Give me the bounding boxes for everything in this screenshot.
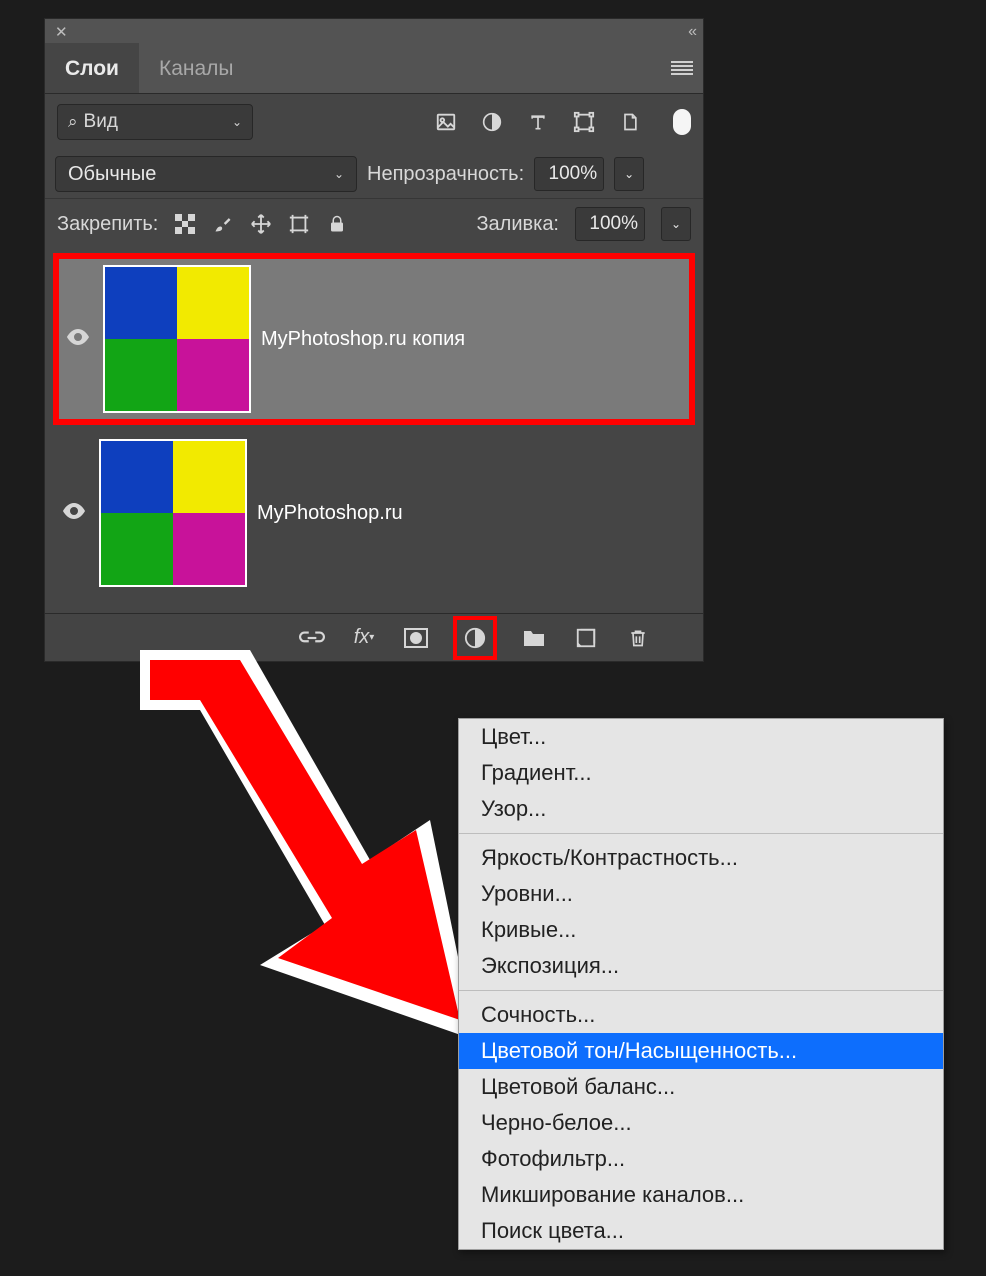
panel-header: ✕ « <box>45 19 703 43</box>
lock-all-icon[interactable] <box>326 213 348 235</box>
layers-bottom-toolbar: fx▾ <box>45 613 703 661</box>
layer-name[interactable]: MyPhotoshop.ru <box>257 502 403 525</box>
layer-filter-icons <box>435 109 691 135</box>
filter-shape-icon[interactable] <box>573 111 595 133</box>
chevron-down-icon: ⌄ <box>334 167 344 181</box>
adjustment-layer-menu: Цвет... Градиент... Узор... Яркость/Конт… <box>458 718 944 1250</box>
menu-item[interactable]: Яркость/Контрастность... <box>459 840 943 876</box>
layer-name[interactable]: MyPhotoshop.ru копия <box>261 328 465 351</box>
menu-item[interactable]: Градиент... <box>459 755 943 791</box>
group-folder-icon[interactable] <box>519 623 549 653</box>
menu-item[interactable]: Уровни... <box>459 876 943 912</box>
fill-value[interactable]: 100% <box>575 207 645 241</box>
layer-mask-icon[interactable] <box>401 623 431 653</box>
layer-fx-icon[interactable]: fx▾ <box>349 623 379 653</box>
lock-artboard-icon[interactable] <box>288 213 310 235</box>
lock-label: Закрепить: <box>57 213 158 236</box>
layer-row[interactable]: MyPhotoshop.ru <box>53 433 695 593</box>
menu-item[interactable]: Сочность... <box>459 997 943 1033</box>
search-icon: ⌕ <box>68 112 78 132</box>
layer-row[interactable]: MyPhotoshop.ru копия <box>53 253 695 425</box>
layer-filter-select[interactable]: ⌕ Вид ⌄ <box>57 104 253 140</box>
collapse-icon[interactable]: « <box>688 23 693 41</box>
panel-body: ⌕ Вид ⌄ <box>45 94 703 613</box>
layer-thumbnail <box>99 439 247 587</box>
layer-filter-label: Вид <box>84 111 118 133</box>
menu-item[interactable]: Узор... <box>459 791 943 827</box>
lock-move-icon[interactable] <box>250 213 272 235</box>
menu-item-hue-saturation[interactable]: Цветовой тон/Насыщенность... <box>459 1033 943 1069</box>
layers-panel: ✕ « Слои Каналы ⌕ Вид ⌄ <box>44 18 704 662</box>
menu-item[interactable]: Черно-белое... <box>459 1105 943 1141</box>
visibility-icon[interactable] <box>59 502 89 525</box>
link-layers-icon[interactable] <box>297 623 327 653</box>
menu-item[interactable]: Фотофильтр... <box>459 1141 943 1177</box>
lock-brush-icon[interactable] <box>212 213 234 235</box>
new-layer-icon[interactable] <box>571 623 601 653</box>
adjustment-layer-icon[interactable] <box>453 616 497 660</box>
opacity-label: Непрозрачность: <box>367 163 524 186</box>
opacity-value[interactable]: 100% <box>534 157 604 191</box>
layer-thumbnail <box>103 265 251 413</box>
panel-menu-icon[interactable] <box>661 43 703 93</box>
filter-image-icon[interactable] <box>435 111 457 133</box>
menu-item[interactable]: Цветовой баланс... <box>459 1069 943 1105</box>
blend-mode-select[interactable]: Обычные ⌄ <box>55 156 357 192</box>
menu-item[interactable]: Экспозиция... <box>459 948 943 984</box>
filter-toggle[interactable] <box>673 109 691 135</box>
fill-chev-icon[interactable]: ⌄ <box>661 207 691 241</box>
menu-separator <box>459 990 943 991</box>
filter-smartobject-icon[interactable] <box>619 111 641 133</box>
chevron-down-icon: ⌄ <box>232 115 242 129</box>
panel-tabs: Слои Каналы <box>45 43 703 94</box>
opacity-chev-icon[interactable]: ⌄ <box>614 157 644 191</box>
menu-item[interactable]: Цвет... <box>459 719 943 755</box>
trash-icon[interactable] <box>623 623 653 653</box>
filter-adjustment-icon[interactable] <box>481 111 503 133</box>
tab-channels[interactable]: Каналы <box>139 43 254 93</box>
menu-item[interactable]: Кривые... <box>459 912 943 948</box>
close-icon[interactable]: ✕ <box>55 23 68 41</box>
lock-pixels-icon[interactable] <box>174 213 196 235</box>
menu-separator <box>459 833 943 834</box>
filter-text-icon[interactable] <box>527 111 549 133</box>
tab-layers[interactable]: Слои <box>45 43 139 93</box>
fill-label: Заливка: <box>476 213 559 236</box>
visibility-icon[interactable] <box>63 328 93 351</box>
blend-mode-label: Обычные <box>68 163 156 186</box>
menu-item[interactable]: Поиск цвета... <box>459 1213 943 1249</box>
menu-item[interactable]: Микширование каналов... <box>459 1177 943 1213</box>
